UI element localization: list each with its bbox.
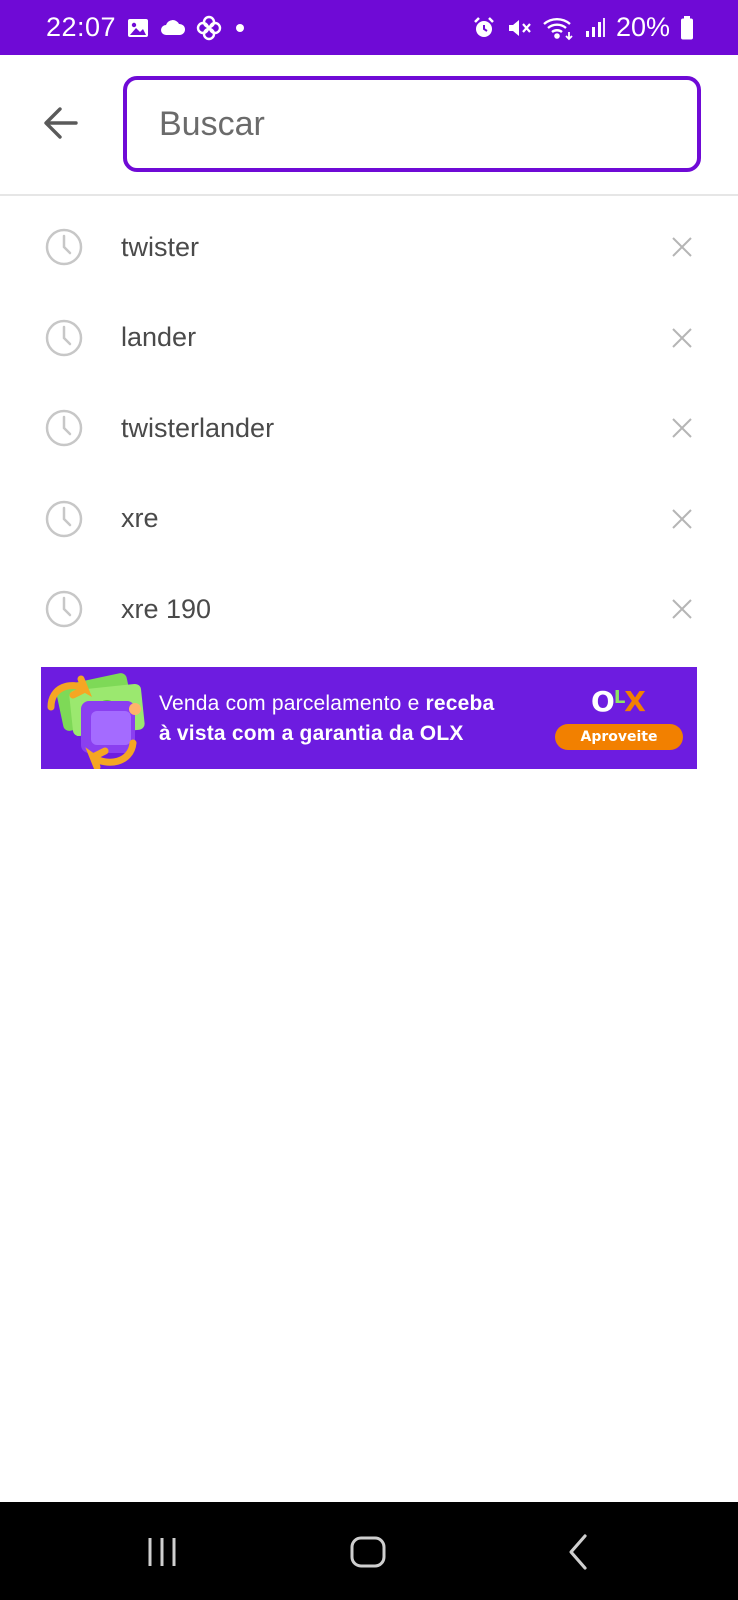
history-item-twister[interactable]: twister bbox=[0, 202, 738, 293]
banner-line-2-bold: à vista com a garantia da OLX bbox=[159, 722, 464, 745]
status-bar-left: 22:07 bbox=[46, 12, 248, 43]
history-item-label: twister bbox=[121, 231, 200, 262]
home-button[interactable] bbox=[346, 1530, 390, 1574]
close-icon bbox=[672, 328, 692, 348]
history-item-label: xre bbox=[121, 503, 159, 534]
remove-history-button[interactable] bbox=[668, 595, 696, 623]
status-bar-right: 20% bbox=[472, 12, 694, 43]
banner-line-1-bold: receba bbox=[425, 692, 495, 715]
olx-logo-l: L bbox=[613, 687, 626, 708]
history-item-label: lander bbox=[121, 322, 197, 353]
banner-line-1-normal: Venda com parcelamento e bbox=[159, 692, 426, 715]
chevron-left-icon bbox=[569, 1534, 587, 1570]
arrow-left-icon bbox=[44, 107, 78, 139]
close-icon bbox=[672, 418, 692, 438]
banner-text: Venda com parcelamento e receba à vista … bbox=[159, 689, 494, 749]
close-icon bbox=[672, 599, 692, 619]
gallery-icon bbox=[126, 16, 150, 40]
close-icon bbox=[672, 509, 692, 529]
remove-history-button[interactable] bbox=[668, 505, 696, 533]
signal-icon bbox=[584, 17, 606, 39]
battery-percent: 20% bbox=[615, 12, 670, 42]
clock-icon bbox=[45, 591, 83, 628]
mute-icon bbox=[506, 16, 532, 40]
system-back-button[interactable] bbox=[556, 1530, 600, 1574]
recent-apps-button[interactable] bbox=[140, 1530, 184, 1574]
pinwheel-icon bbox=[196, 15, 222, 41]
recent-apps-icon bbox=[148, 1538, 176, 1566]
banner-line-1: Venda com parcelamento e receba bbox=[159, 689, 494, 719]
clock-icon bbox=[45, 319, 83, 356]
banner-line-2: à vista com a garantia da OLX bbox=[159, 719, 494, 749]
dot-icon bbox=[232, 20, 248, 36]
history-item-label: xre 190 bbox=[121, 593, 212, 624]
history-item-label: twisterlander bbox=[121, 412, 275, 443]
history-item-twisterlander[interactable]: twisterlander bbox=[0, 383, 738, 474]
history-item-lander[interactable]: lander bbox=[0, 293, 738, 384]
remove-history-button[interactable] bbox=[668, 324, 696, 352]
olx-logo-x: X bbox=[624, 685, 646, 718]
system-nav-bar bbox=[0, 1502, 738, 1600]
search-box[interactable] bbox=[123, 76, 701, 172]
history-item-xre-190[interactable]: xre 190 bbox=[0, 564, 738, 655]
search-input[interactable] bbox=[157, 80, 697, 168]
battery-icon bbox=[680, 15, 694, 41]
promo-banner[interactable]: Venda com parcelamento e receba à vista … bbox=[41, 667, 697, 769]
banner-cta-button[interactable]: Aproveite bbox=[555, 724, 683, 750]
home-icon bbox=[350, 1536, 386, 1568]
cloud-icon bbox=[160, 18, 186, 38]
close-icon bbox=[672, 237, 692, 257]
status-time: 22:07 bbox=[46, 12, 117, 42]
search-header bbox=[0, 55, 738, 196]
remove-history-button[interactable] bbox=[668, 233, 696, 261]
clock-icon bbox=[45, 410, 83, 447]
olx-logo-o: O bbox=[591, 685, 615, 718]
alarm-icon bbox=[472, 16, 496, 40]
clock-icon bbox=[45, 229, 83, 266]
search-history-list: twister lander twisterlander xre xre 190 bbox=[0, 202, 738, 655]
wifi-icon bbox=[542, 15, 574, 41]
remove-history-button[interactable] bbox=[668, 414, 696, 442]
history-item-xre[interactable]: xre bbox=[0, 474, 738, 565]
status-bar: 22:07 20% bbox=[0, 0, 738, 55]
clock-icon bbox=[45, 500, 83, 537]
olx-logo: OLX bbox=[591, 685, 646, 718]
back-button[interactable] bbox=[38, 100, 84, 146]
